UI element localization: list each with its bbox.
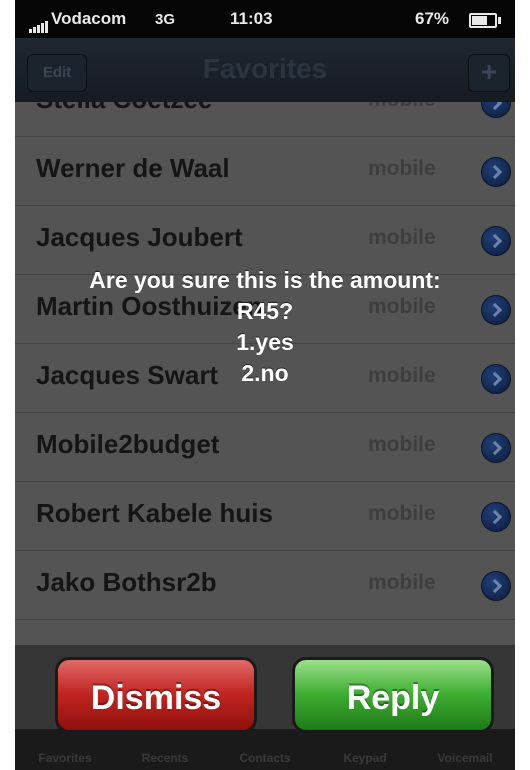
tab-voicemail[interactable]: Voicemail	[415, 751, 515, 765]
disclosure-icon[interactable]	[481, 571, 511, 601]
phone-type: mobile	[368, 502, 436, 525]
list-item[interactable]: Jako Bothsr2b mobile	[15, 551, 515, 620]
list-item[interactable]: Robert Kabele huis mobile	[15, 482, 515, 551]
list-item[interactable]: Mobile2budget mobile	[15, 413, 515, 482]
battery-percent: 67%	[415, 9, 450, 28]
list-item[interactable]: Stella Coetzee mobile	[15, 102, 515, 137]
page-title: Favorites	[202, 53, 328, 84]
contact-name: Mobile2budget	[36, 429, 220, 459]
disclosure-icon[interactable]	[481, 157, 511, 187]
add-favorite-button[interactable]: +	[468, 54, 510, 92]
alert-message-line: 2.no	[241, 360, 289, 386]
favorites-list[interactable]: Stella Coetzee mobile Werner de Waal mob…	[15, 102, 515, 729]
carrier-name: Vodacom	[51, 9, 127, 28]
phone-type: mobile	[368, 571, 436, 594]
network-type: 3G	[155, 11, 176, 28]
alert-message-line: 1.yes	[236, 329, 294, 355]
phone-screen: Vodacom 3G 11:03 67% Edit Favorites + St…	[15, 0, 515, 770]
contact-name: Jacques Joubert	[36, 222, 243, 252]
alert-message-line: Are you sure this is the amount:	[89, 267, 441, 293]
tab-bar: Favorites Recents Contacts Keypad Voicem…	[15, 729, 515, 770]
tab-favorites[interactable]: Favorites	[15, 751, 115, 765]
contact-name: Werner de Waal	[36, 153, 230, 183]
phone-type: mobile	[368, 226, 436, 249]
disclosure-icon[interactable]	[481, 226, 511, 256]
alert-message-line: R45?	[236, 298, 294, 324]
contact-name: Stella Coetzee	[36, 102, 212, 115]
alert-message: Are you sure this is the amount: R45? 1.…	[15, 265, 515, 389]
disclosure-icon[interactable]	[481, 502, 511, 532]
signal-strength-icon	[29, 13, 49, 33]
contact-name: Robert Kabele huis	[36, 498, 273, 528]
phone-type: mobile	[368, 433, 436, 456]
list-item[interactable]: Werner de Waal mobile	[15, 137, 515, 206]
tab-keypad[interactable]: Keypad	[315, 751, 415, 765]
phone-type: mobile	[368, 157, 436, 180]
phone-type: mobile	[368, 102, 436, 112]
dismiss-button[interactable]: Dismiss	[55, 657, 257, 733]
reply-button[interactable]: Reply	[292, 657, 494, 733]
contact-name: Jako Bothsr2b	[36, 567, 217, 597]
navigation-bar: Edit Favorites +	[15, 38, 515, 102]
battery-icon	[469, 13, 501, 28]
status-bar: Vodacom 3G 11:03 67%	[15, 0, 515, 38]
tab-contacts[interactable]: Contacts	[215, 751, 315, 765]
disclosure-icon[interactable]	[481, 433, 511, 463]
clock: 11:03	[230, 9, 273, 28]
disclosure-icon[interactable]	[481, 102, 511, 118]
tab-recents[interactable]: Recents	[115, 751, 215, 765]
